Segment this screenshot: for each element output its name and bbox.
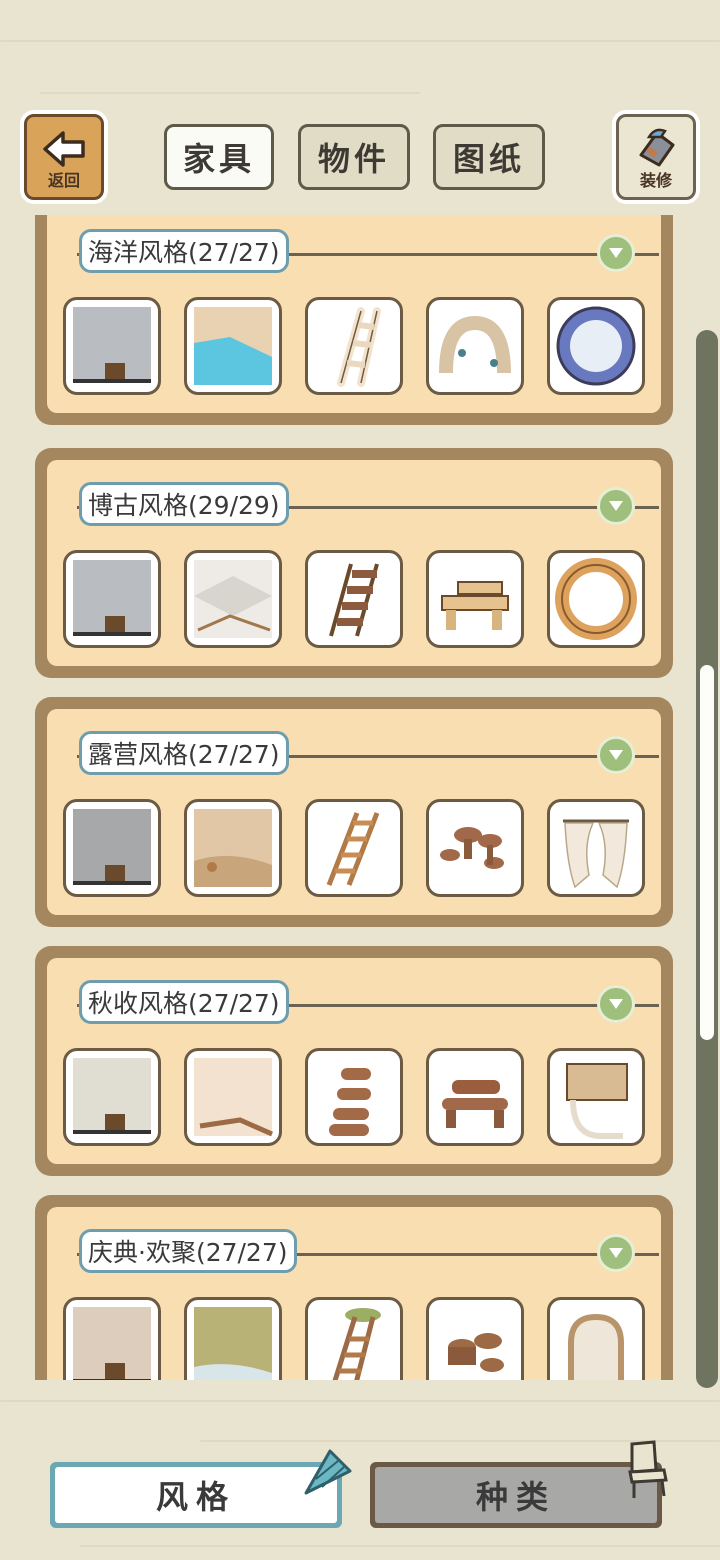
wall-shelf-tub-icon[interactable] [63,799,161,897]
style-section-antique: 博古风格(29/29) [35,448,673,678]
style-section-camping: 露营风格(27/27) [35,697,673,927]
back-label: 返回 [47,171,80,190]
wood-ladder-icon[interactable] [305,799,403,897]
back-arrow-icon [43,131,85,167]
style-list[interactable]: 海洋风格(27/27) 博古风格(29/29) 露营风格(27/27) 秋收风格… [0,215,720,1380]
seashell-icon [304,1449,352,1495]
tile-floor-icon[interactable] [184,550,282,648]
tab-objects-label: 物件 [317,140,390,178]
section-title: 秋收风格(27/27) [79,980,289,1024]
tab-furniture[interactable]: 家具 [164,124,274,190]
cream-floor-icon[interactable] [184,1048,282,1146]
coral-arch-icon[interactable] [426,297,524,395]
background-grain [0,1400,720,1402]
tab-category[interactable]: 种类 [370,1462,662,1528]
section-title: 庆典·欢聚(27/27) [79,1229,297,1273]
moss-ladder-icon[interactable] [305,1297,403,1380]
log-bench-icon[interactable] [426,550,524,648]
tab-blueprints-label: 图纸 [452,140,525,178]
wood-ladder-icon[interactable] [305,550,403,648]
scrollbar-thumb[interactable] [700,665,714,1040]
tab-category-label: 种类 [475,1478,556,1516]
mushroom-stools-icon[interactable] [426,799,524,897]
decorate-button[interactable]: 装修 [612,110,700,204]
tab-furniture-label: 家具 [182,140,255,178]
paint-scraper-icon [639,128,675,167]
tent-curtain-icon[interactable] [547,799,645,897]
chair-icon [628,1440,668,1498]
background-grain [80,1545,720,1547]
section-title: 海洋风格(27/27) [79,229,289,273]
wall-shelf-tub-icon[interactable] [63,1048,161,1146]
section-title: 博古风格(29/29) [79,482,289,526]
decorate-label: 装修 [639,171,672,190]
porthole-window-icon[interactable] [547,297,645,395]
tab-style[interactable]: 风格 [50,1462,342,1528]
collapse-toggle-icon[interactable] [597,985,635,1023]
shell-ladder-icon[interactable] [305,297,403,395]
style-section-celebration: 庆典·欢聚(27/27) [35,1195,673,1380]
background-grain [0,40,720,42]
grass-floor-icon[interactable] [184,1297,282,1380]
tab-objects[interactable]: 物件 [298,124,410,190]
style-section-ocean: 海洋风格(27/27) [35,215,673,425]
log-ladder-icon[interactable] [305,1048,403,1146]
style-section-harvest: 秋收风格(27/27) [35,946,673,1176]
tab-style-label: 风格 [155,1478,236,1516]
log-bench-icon[interactable] [426,1048,524,1146]
scrollbar[interactable] [696,330,718,1388]
wall-shelf-tub-icon[interactable] [63,550,161,648]
tab-blueprints[interactable]: 图纸 [433,124,545,190]
collapse-toggle-icon[interactable] [597,736,635,774]
ring-window-icon[interactable] [547,550,645,648]
pool-floor-icon[interactable] [184,297,282,395]
collapse-toggle-icon[interactable] [597,234,635,272]
wall-shelf-tub-icon[interactable] [63,297,161,395]
back-button[interactable]: 返回 [20,110,108,204]
dirt-floor-icon[interactable] [184,799,282,897]
scroll-window-icon[interactable] [547,1048,645,1146]
section-title: 露营风格(27/27) [79,731,289,775]
collapse-toggle-icon[interactable] [597,1234,635,1272]
collapse-toggle-icon[interactable] [597,487,635,525]
arch-window-icon[interactable] [547,1297,645,1380]
drum-stools-icon[interactable] [426,1297,524,1380]
wall-shelf-tub-icon[interactable] [63,1297,161,1380]
background-grain [40,92,420,94]
